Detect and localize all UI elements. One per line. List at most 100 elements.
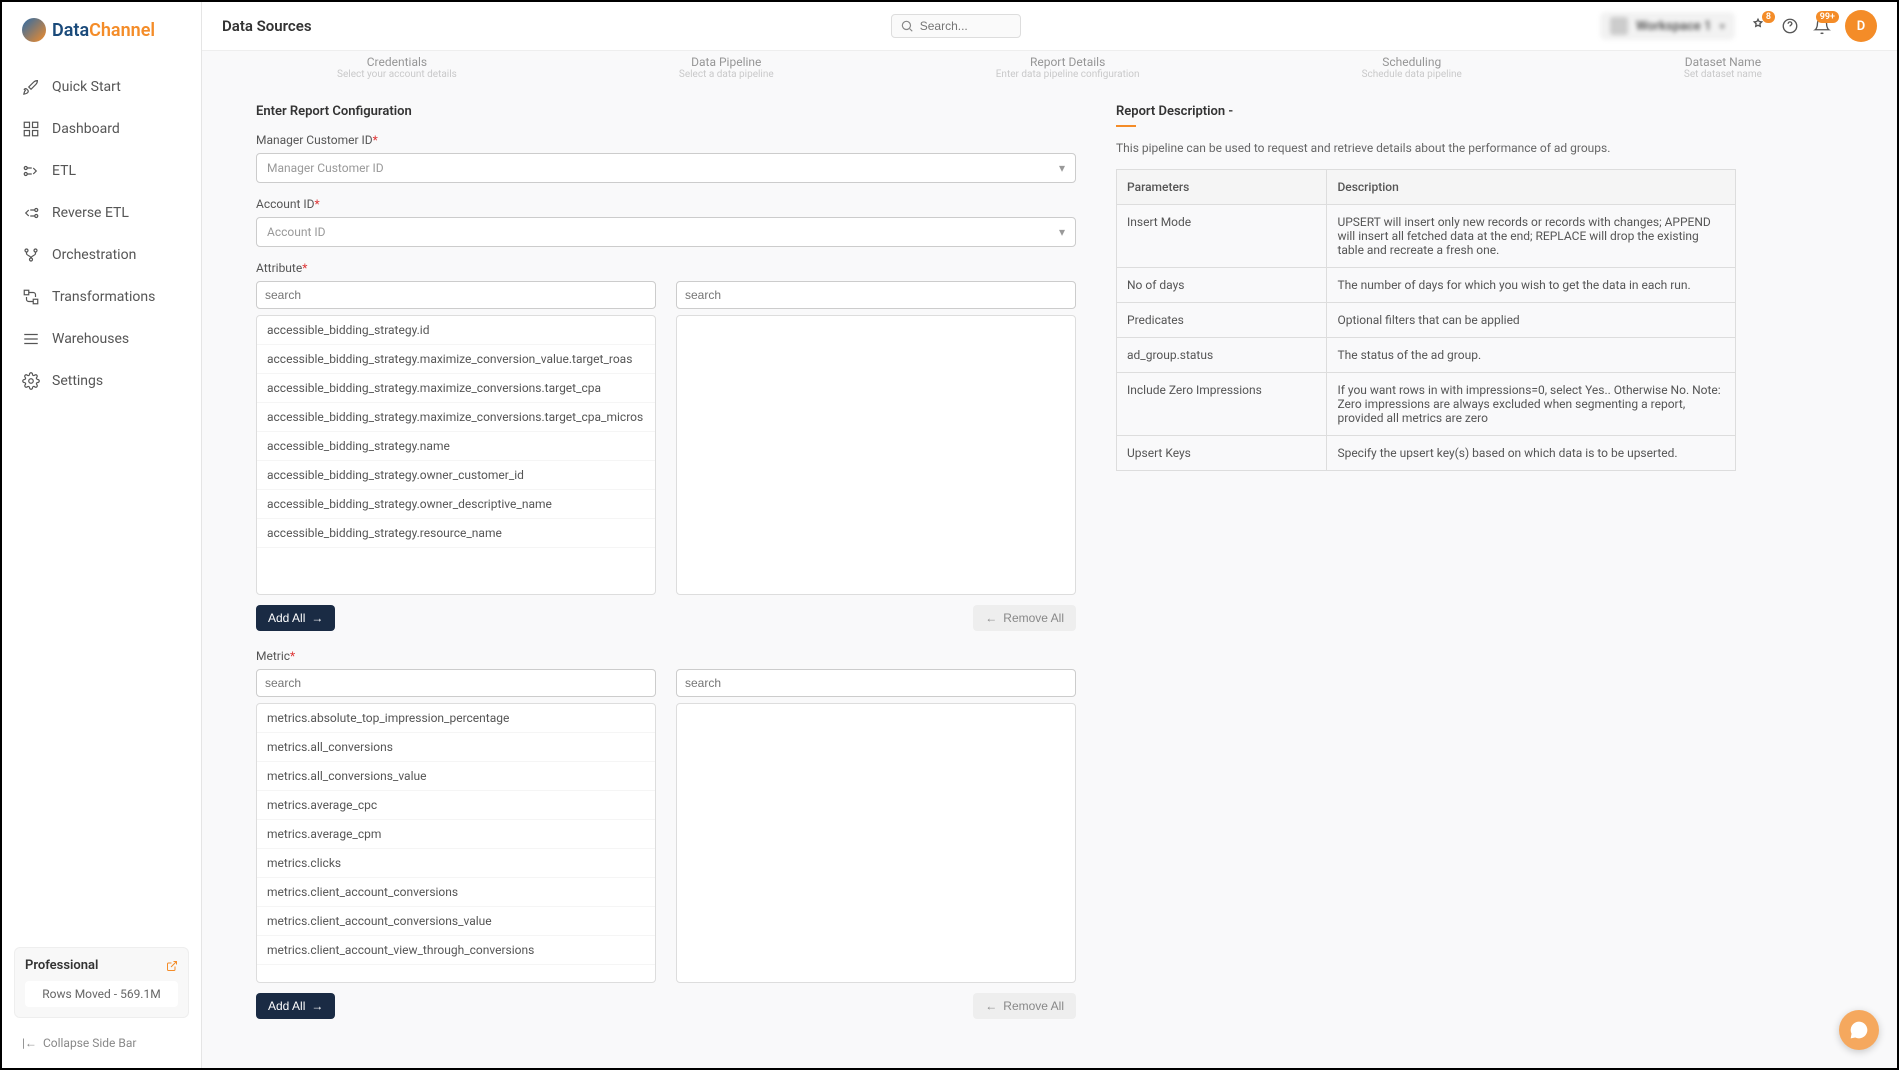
- help-button[interactable]: [1781, 17, 1799, 35]
- table-row: Insert ModeUPSERT will insert only new r…: [1117, 205, 1736, 268]
- nav-etl[interactable]: ETL: [2, 150, 201, 192]
- list-item[interactable]: accessible_bidding_strategy.owner_custom…: [257, 461, 655, 490]
- param-name: Predicates: [1117, 303, 1327, 338]
- list-item[interactable]: metrics.client_account_conversions: [257, 878, 655, 907]
- collapse-sidebar[interactable]: |← Collapse Side Bar: [14, 1030, 189, 1056]
- form-left: Enter Report Configuration Manager Custo…: [256, 104, 1076, 1037]
- attribute-selected-list[interactable]: [676, 315, 1076, 595]
- plan-card[interactable]: Professional Rows Moved - 569.1M: [14, 947, 189, 1018]
- param-desc: If you want rows in with impressions=0, …: [1327, 373, 1736, 436]
- logo-text: DataChannel: [52, 20, 155, 41]
- table-row: Upsert KeysSpecify the upsert key(s) bas…: [1117, 436, 1736, 471]
- nav-warehouses[interactable]: Warehouses: [2, 318, 201, 360]
- step-report-details[interactable]: Report Details Enter data pipeline confi…: [996, 55, 1140, 80]
- list-item[interactable]: accessible_bidding_strategy.resource_nam…: [257, 519, 655, 548]
- chevron-down-icon: ▾: [1059, 225, 1065, 239]
- chevron-down-icon: ▾: [1059, 161, 1065, 175]
- notif-badge: 8: [1762, 11, 1775, 23]
- attribute-search-right[interactable]: [676, 281, 1076, 309]
- attribute-search-left[interactable]: [256, 281, 656, 309]
- title-underline: [1116, 125, 1136, 127]
- param-desc: The number of days for which you wish to…: [1327, 268, 1736, 303]
- metric-search-right[interactable]: [676, 669, 1076, 697]
- field-manager-customer-id: Manager Customer ID* Manager Customer ID…: [256, 133, 1076, 183]
- param-desc: UPSERT will insert only new records or r…: [1327, 205, 1736, 268]
- list-item[interactable]: metrics.all_conversions: [257, 733, 655, 762]
- nav-settings[interactable]: Settings: [2, 360, 201, 402]
- step-scheduling[interactable]: Scheduling Schedule data pipeline: [1362, 55, 1462, 80]
- attribute-available-list[interactable]: accessible_bidding_strategy.idaccessible…: [256, 315, 656, 595]
- plan-rows: Rows Moved - 569.1M: [25, 981, 178, 1007]
- list-item[interactable]: accessible_bidding_strategy.id: [257, 316, 655, 345]
- collapse-icon: |←: [22, 1036, 37, 1050]
- chevron-down-icon: ▾: [1719, 20, 1725, 33]
- alerts-button[interactable]: 99+: [1813, 17, 1831, 35]
- reverse-flow-icon: [22, 204, 40, 222]
- table-row: PredicatesOptional filters that can be a…: [1117, 303, 1736, 338]
- user-avatar[interactable]: D: [1845, 10, 1877, 42]
- step-dataset-name[interactable]: Dataset Name Set dataset name: [1684, 55, 1762, 80]
- attribute-add-all-button[interactable]: Add All →: [256, 605, 335, 631]
- wizard-steps: Credentials Select your account details …: [226, 51, 1873, 94]
- list-item[interactable]: metrics.absolute_top_impression_percenta…: [257, 704, 655, 733]
- nav-reverse-etl[interactable]: Reverse ETL: [2, 192, 201, 234]
- list-item[interactable]: metrics.average_cpc: [257, 791, 655, 820]
- list-item[interactable]: metrics.average_cpm: [257, 820, 655, 849]
- account-id-select[interactable]: Account ID ▾: [256, 217, 1076, 247]
- nav-quick-start[interactable]: Quick Start: [2, 66, 201, 108]
- step-data-pipeline[interactable]: Data Pipeline Select a data pipeline: [679, 55, 774, 80]
- plan-name: Professional: [25, 958, 98, 973]
- param-desc: The status of the ad group.: [1327, 338, 1736, 373]
- nav-label: Settings: [52, 373, 103, 389]
- list-item[interactable]: accessible_bidding_strategy.maximize_con…: [257, 403, 655, 432]
- param-name: Upsert Keys: [1117, 436, 1327, 471]
- field-label: Metric*: [256, 649, 1076, 663]
- list-item[interactable]: metrics.clicks: [257, 849, 655, 878]
- nav-orchestration[interactable]: Orchestration: [2, 234, 201, 276]
- global-search[interactable]: [891, 14, 1021, 38]
- table-row: ad_group.statusThe status of the ad grou…: [1117, 338, 1736, 373]
- attribute-remove-all-button[interactable]: ← Remove All: [973, 605, 1076, 631]
- main: Data Sources Workspace 1 ▾ 8: [202, 2, 1897, 1068]
- table-header-param: Parameters: [1117, 170, 1327, 205]
- table-header-desc: Description: [1327, 170, 1736, 205]
- list-item[interactable]: metrics.all_conversions_value: [257, 762, 655, 791]
- param-name: Insert Mode: [1117, 205, 1327, 268]
- list-item[interactable]: accessible_bidding_strategy.maximize_con…: [257, 345, 655, 374]
- branch-icon: [22, 246, 40, 264]
- transform-icon: [22, 288, 40, 306]
- list-item[interactable]: metrics.client_account_view_through_conv…: [257, 936, 655, 965]
- manager-customer-id-select[interactable]: Manager Customer ID ▾: [256, 153, 1076, 183]
- sidebar-footer: Professional Rows Moved - 569.1M |← Coll…: [2, 935, 201, 1068]
- chat-button[interactable]: [1839, 1010, 1879, 1050]
- logo[interactable]: DataChannel: [2, 2, 201, 58]
- notifications-button[interactable]: 8: [1749, 17, 1767, 35]
- workspace-dropdown[interactable]: Workspace 1 ▾: [1600, 12, 1735, 40]
- nav-label: Reverse ETL: [52, 205, 129, 221]
- metric-add-all-button[interactable]: Add All →: [256, 993, 335, 1019]
- nav-label: Orchestration: [52, 247, 136, 263]
- metric-remove-all-button[interactable]: ← Remove All: [973, 993, 1076, 1019]
- list-item[interactable]: accessible_bidding_strategy.maximize_con…: [257, 374, 655, 403]
- metric-search-left[interactable]: [256, 669, 656, 697]
- gear-icon: [22, 372, 40, 390]
- nav-dashboard[interactable]: Dashboard: [2, 108, 201, 150]
- field-account-id: Account ID* Account ID ▾: [256, 197, 1076, 247]
- arrow-right-icon: →: [311, 611, 323, 625]
- param-desc: Specify the upsert key(s) based on which…: [1327, 436, 1736, 471]
- list-item[interactable]: accessible_bidding_strategy.name: [257, 432, 655, 461]
- main-nav: Quick Start Dashboard ETL Reverse ETL Or…: [2, 58, 201, 935]
- metric-available-list[interactable]: metrics.absolute_top_impression_percenta…: [256, 703, 656, 983]
- list-item[interactable]: accessible_bidding_strategy.owner_descri…: [257, 490, 655, 519]
- global-search-input[interactable]: [920, 19, 1010, 33]
- step-credentials[interactable]: Credentials Select your account details: [337, 55, 457, 80]
- arrow-right-icon: →: [311, 999, 323, 1013]
- field-attribute: Attribute* accessible_bidding_strategy.i…: [256, 261, 1076, 631]
- alerts-badge: 99+: [1816, 11, 1839, 23]
- param-desc: Optional filters that can be applied: [1327, 303, 1736, 338]
- list-item[interactable]: metrics.client_account_conversions_value: [257, 907, 655, 936]
- workspace-label: Workspace 1: [1636, 19, 1712, 34]
- param-name: No of days: [1117, 268, 1327, 303]
- metric-selected-list[interactable]: [676, 703, 1076, 983]
- nav-transformations[interactable]: Transformations: [2, 276, 201, 318]
